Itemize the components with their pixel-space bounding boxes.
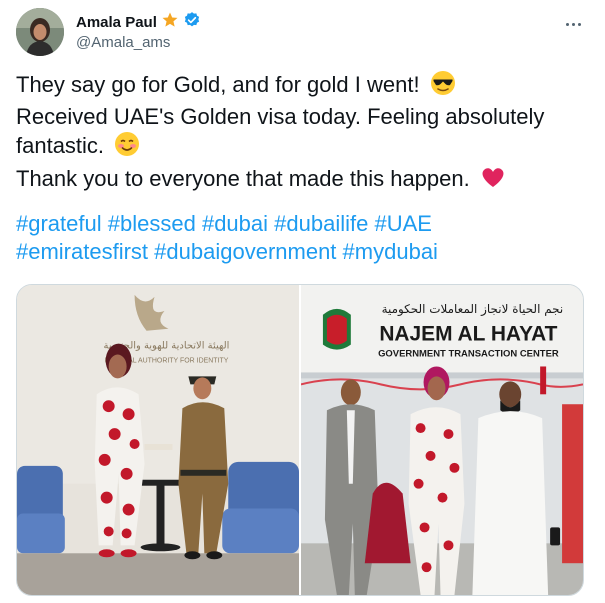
photo2-sign-title: NAJEM AL HAYAT <box>379 323 557 346</box>
smiling-face-emoji <box>114 131 140 164</box>
hashtag-link[interactable]: #dubailife <box>274 211 368 236</box>
hashtag-link[interactable]: #emiratesfirst <box>16 239 148 264</box>
tweet-text-line-3: fantastic. <box>16 131 591 164</box>
hashtag-link[interactable]: #mydubai <box>343 239 438 264</box>
photo-1[interactable]: الهيئة الاتحادية للهوية والجنسية FEDERAL… <box>17 285 299 595</box>
hashtag-link[interactable]: #dubai <box>202 211 268 236</box>
hashtag-link[interactable]: #blessed <box>108 211 196 236</box>
tweet-header: Amala Paul @Amala_ams <box>16 8 589 56</box>
hashtag-link[interactable]: #grateful <box>16 211 102 236</box>
tweet-text-line-4: Thank you to everyone that made this hap… <box>16 164 591 197</box>
media-grid: الهيئة الاتحادية للهوية والجنسية FEDERAL… <box>16 284 584 596</box>
sunglasses-face-emoji <box>430 70 456 103</box>
tweet-text: They say go for Gold, and for gold I wen… <box>16 70 591 197</box>
more-options-icon[interactable] <box>561 12 585 36</box>
tweet-text-line-1: They say go for Gold, and for gold I wen… <box>16 70 591 103</box>
author-info: Amala Paul @Amala_ams <box>76 11 201 51</box>
display-name[interactable]: Amala Paul <box>76 14 157 31</box>
red-heart-emoji <box>480 164 506 197</box>
photo2-sign-arabic: نجم الحياة لانجاز المعاملات الحكومية <box>382 302 564 317</box>
tweet-text-line-2: Received UAE's Golden visa today. Feelin… <box>16 104 545 129</box>
avatar[interactable] <box>16 8 64 56</box>
photo-2[interactable]: نجم الحياة لانجاز المعاملات الحكومية NAJ… <box>301 285 583 595</box>
tweet-card: Amala Paul @Amala_ams They say go for Go… <box>0 0 605 603</box>
star-icon <box>161 11 179 34</box>
handle[interactable]: @Amala_ams <box>76 34 201 51</box>
hashtag-link[interactable]: #dubaigovernment <box>154 239 336 264</box>
verified-badge-icon <box>183 11 201 34</box>
hashtag-list: #grateful #blessed #dubai #dubailife #UA… <box>16 210 591 266</box>
photo2-sign-sub: GOVERNMENT TRANSACTION CENTER <box>378 349 559 360</box>
hashtag-link[interactable]: #UAE <box>374 211 431 236</box>
